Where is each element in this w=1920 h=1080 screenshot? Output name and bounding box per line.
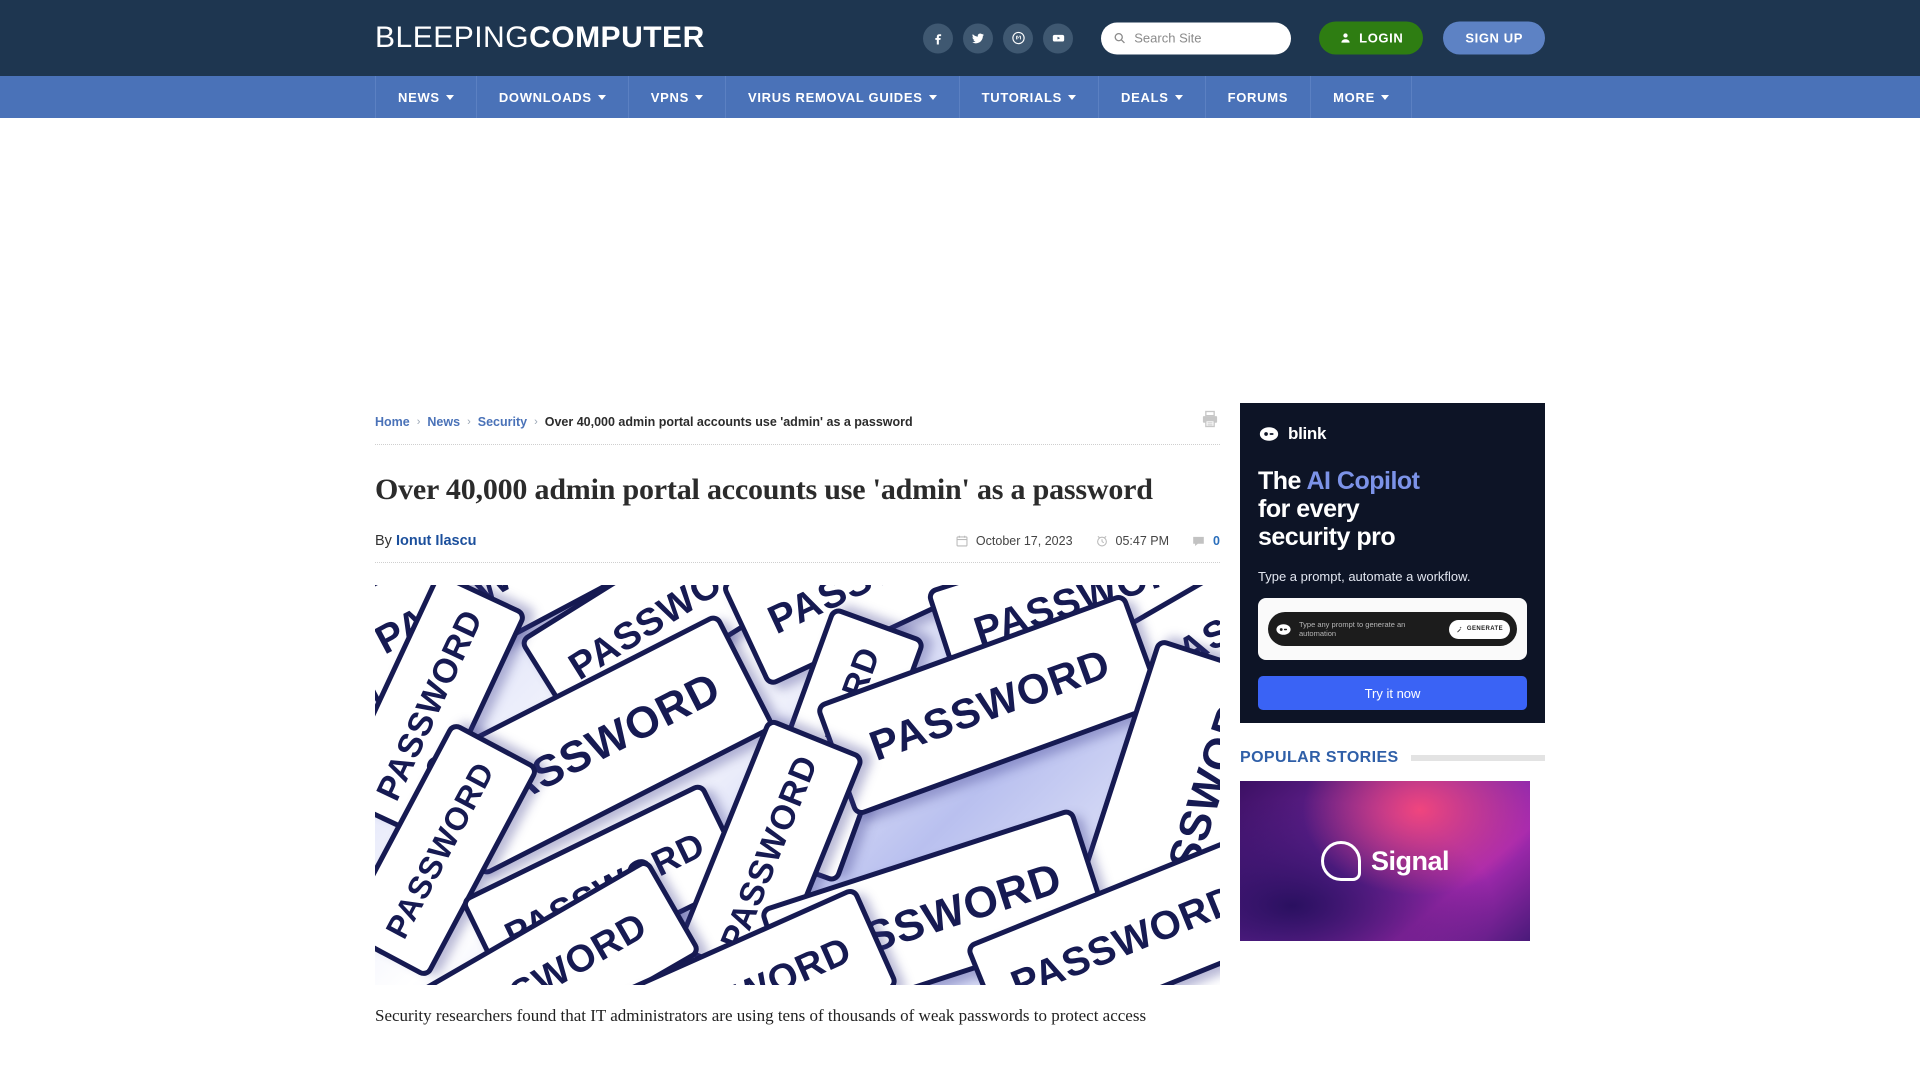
social-links xyxy=(923,23,1074,53)
article-meta: October 17, 2023 05:47 PM 0 xyxy=(955,534,1220,549)
popular-stories-title: POPULAR STORIES xyxy=(1240,749,1399,766)
breadcrumb-link-news[interactable]: News xyxy=(427,415,460,429)
byline-prefix: By xyxy=(375,533,396,549)
youtube-icon[interactable] xyxy=(1043,23,1074,53)
signup-button[interactable]: SIGN UP xyxy=(1443,21,1545,55)
site-header: BLEEPINGCOMPUTER Search Site LOGIN SIGN … xyxy=(0,0,1920,76)
print-icon[interactable] xyxy=(1200,409,1220,434)
header-actions: LOGIN SIGN UP xyxy=(923,21,1545,55)
popular-stories-header: POPULAR STORIES xyxy=(1240,749,1545,767)
search-box[interactable] xyxy=(1101,22,1292,54)
mastodon-icon[interactable] xyxy=(1003,23,1034,53)
nav-item-label: MORE xyxy=(1333,89,1375,105)
comment-icon xyxy=(1193,536,1204,546)
nav-item-news[interactable]: NEWS xyxy=(375,76,476,118)
comment-count: 0 xyxy=(1213,534,1220,548)
blink-headline-2: for every xyxy=(1258,495,1360,523)
article-column: Home › News › Security › Over 40,000 admin por… xyxy=(375,403,1220,1029)
publish-time: 05:47 PM xyxy=(1095,534,1170,548)
nav-item-label: VIRUS REMOVAL GUIDES xyxy=(747,89,923,105)
breadcrumb-link-home[interactable]: Home xyxy=(375,415,410,429)
logo-bold-text: COMPUTER xyxy=(529,21,705,54)
chevron-down-icon xyxy=(1380,94,1389,100)
nav-item-label: FORUMS xyxy=(1227,89,1289,105)
comments-link[interactable]: 0 xyxy=(1191,534,1220,549)
facebook-icon[interactable] xyxy=(923,23,954,53)
blink-advertisement[interactable]: blink The AI Copilot for every security … xyxy=(1240,403,1545,723)
blink-generate-button[interactable]: GENERATE xyxy=(1448,619,1510,639)
nav-item-deals[interactable]: DEALS xyxy=(1098,76,1205,118)
nav-item-forums[interactable]: FORUMS xyxy=(1204,76,1311,118)
signal-brand-text: Signal xyxy=(1370,845,1450,876)
leaderboard-ad-slot xyxy=(0,118,1920,403)
blink-demo-panel: Type any prompt to generate an automatio… xyxy=(1258,598,1527,660)
chevron-down-icon xyxy=(597,94,606,100)
blink-cta-label: Try it now xyxy=(1364,685,1421,701)
author-link[interactable]: Ionut Ilascu xyxy=(396,533,477,549)
blink-mark-icon xyxy=(1259,427,1279,441)
nav-item-virus-removal-guides[interactable]: VIRUS REMOVAL GUIDES xyxy=(724,76,959,118)
blink-generate-label: GENERATE xyxy=(1466,626,1503,632)
blink-headline-1: The xyxy=(1258,467,1307,495)
chevron-down-icon xyxy=(928,94,937,100)
breadcrumb-separator: › xyxy=(534,415,538,428)
blink-prompt-placeholder: Type any prompt to generate an automatio… xyxy=(1299,620,1406,638)
chevron-down-icon xyxy=(1068,94,1077,100)
nav-item-label: NEWS xyxy=(398,89,440,105)
blink-cta-button[interactable]: Try it now xyxy=(1258,676,1527,710)
nav-item-label: TUTORIALS xyxy=(981,89,1063,105)
breadcrumb-current: Over 40,000 admin portal accounts use 'a… xyxy=(544,414,913,429)
article-byline-row: By Ionut Ilascu October 17, 2023 05:47 P… xyxy=(375,533,1220,563)
breadcrumb: Home › News › Security › Over 40,000 admin por… xyxy=(375,415,913,429)
nav-item-more[interactable]: MORE xyxy=(1310,76,1412,118)
alarm-clock-icon xyxy=(1096,535,1107,547)
chevron-down-icon xyxy=(694,94,703,100)
login-button-label: LOGIN xyxy=(1359,30,1404,46)
search-input[interactable] xyxy=(1134,30,1280,46)
article-hero-image: PASSWORD PASSWORD PASSWORD PASSWORD PASSWORD… xyxy=(375,585,1220,985)
article-body-paragraph: Security researchers found that IT admin… xyxy=(375,1006,1147,1025)
signal-logo-icon xyxy=(1320,841,1361,881)
magic-wand-icon xyxy=(1457,626,1462,632)
blink-headline: The AI Copilot for every security pro xyxy=(1258,467,1527,551)
breadcrumb-row: Home › News › Security › Over 40,000 admin por… xyxy=(375,403,1220,445)
byline: By Ionut Ilascu xyxy=(375,533,477,549)
breadcrumb-separator: › xyxy=(467,415,471,428)
site-logo[interactable]: BLEEPINGCOMPUTER xyxy=(375,21,705,55)
login-button[interactable]: LOGIN xyxy=(1319,21,1424,55)
blink-logo-text: blink xyxy=(1288,424,1327,443)
chevron-down-icon xyxy=(1174,94,1183,100)
publish-time-text: 05:47 PM xyxy=(1115,534,1170,548)
blink-logo: blink xyxy=(1258,423,1527,445)
publish-date: October 17, 2023 xyxy=(955,534,1073,548)
nav-item-label: DOWNLOADS xyxy=(498,89,592,105)
blink-prompt-avatar-icon xyxy=(1276,623,1291,635)
publish-date-text: October 17, 2023 xyxy=(975,534,1073,548)
signup-button-label: SIGN UP xyxy=(1465,30,1523,46)
nav-item-downloads[interactable]: DOWNLOADS xyxy=(475,76,628,118)
user-icon xyxy=(1341,33,1350,43)
nav-item-vpns[interactable]: VPNS xyxy=(627,76,725,118)
blink-headline-3: security pro xyxy=(1258,523,1396,551)
logo-thin-text: BLEEPING xyxy=(375,21,530,54)
blink-prompt-bar[interactable]: Type any prompt to generate an automatio… xyxy=(1268,612,1517,646)
nav-item-label: VPNS xyxy=(650,89,689,105)
popular-stories-rule xyxy=(1410,755,1545,761)
nav-item-tutorials[interactable]: TUTORIALS xyxy=(958,76,1098,118)
calendar-icon xyxy=(956,535,968,547)
chevron-down-icon xyxy=(445,94,454,100)
blink-headline-accent: AI Copilot xyxy=(1306,467,1420,495)
nav-item-label: DEALS xyxy=(1121,89,1169,105)
search-icon xyxy=(1114,32,1126,44)
twitter-icon[interactable] xyxy=(963,23,994,53)
popular-story-thumbnail[interactable]: Signal xyxy=(1240,781,1530,941)
sidebar: blink The AI Copilot for every security … xyxy=(1240,403,1545,941)
blink-subtitle: Type a prompt, automate a workflow. xyxy=(1258,569,1471,584)
breadcrumb-link-security[interactable]: Security xyxy=(478,415,527,429)
page-title: Over 40,000 admin portal accounts use 'a… xyxy=(375,473,1153,506)
page-body: Home › News › Security › Over 40,000 admin por… xyxy=(375,403,1545,1029)
main-navigation: NEWS DOWNLOADS VPNS VIRUS REMOVAL GUIDES TUT… xyxy=(0,76,1920,118)
breadcrumb-separator: › xyxy=(416,415,421,428)
